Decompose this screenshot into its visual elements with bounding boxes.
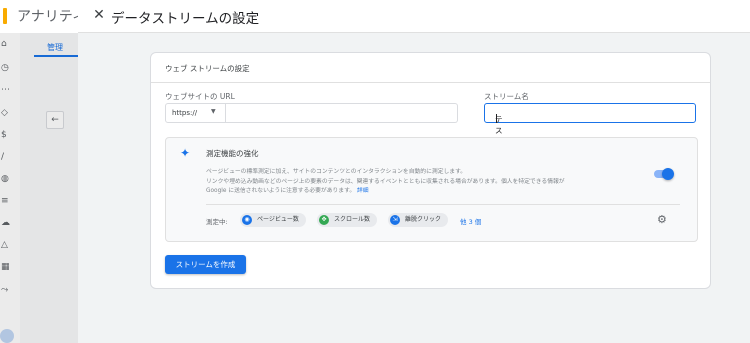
details-link[interactable]: 詳細 xyxy=(357,188,369,194)
close-icon[interactable]: ✕ xyxy=(90,6,108,24)
chip-label: 離脱クリック xyxy=(405,216,442,223)
description-text: Google に送信されないように注意する必要があります。 xyxy=(206,188,356,194)
enhanced-measurement-description: ページビューの標準測定に加え、サイトのコンテンツとのインタラクションを自動的に測… xyxy=(206,168,636,197)
description-line: ページビューの標準測定に加え、サイトのコンテンツとのインタラクションを自動的に測… xyxy=(206,169,467,175)
gear-icon[interactable]: ⚙ xyxy=(657,213,667,226)
stream-settings-panel: ✕ データストリームの設定 ウェブ ストリームの設定 ウェブサイトの URL h… xyxy=(78,0,750,343)
enhanced-measurement-title: 測定機能の強化 xyxy=(206,149,259,158)
panel-title: データストリームの設定 xyxy=(111,11,260,27)
stream-name-input[interactable]: テスト xyxy=(484,103,696,146)
panel-header: ✕ データストリームの設定 xyxy=(78,0,750,33)
chip-label: スクロール数 xyxy=(334,216,371,223)
description-line: リンクや埋め込み動画などのページ上の要素のデータは、関連するイベントとともに収集… xyxy=(206,178,565,185)
sparkle-icon: ✦ xyxy=(180,146,191,160)
stream-name-label: ストリーム名 xyxy=(484,92,529,101)
protocol-value: https:// xyxy=(172,109,198,117)
web-stream-card: ウェブ ストリームの設定 ウェブサイトの URL https:// ▼ ストリー… xyxy=(150,52,711,289)
website-url-input[interactable] xyxy=(226,103,458,123)
chip-label: ページビュー数 xyxy=(257,216,299,223)
chevron-down-icon: ▼ xyxy=(211,108,216,115)
chip-outbound-clicks: ⇲ 離脱クリック xyxy=(388,213,449,227)
eye-icon: ◉ xyxy=(242,215,252,225)
create-stream-button[interactable]: ストリームを作成 xyxy=(165,255,246,274)
divider xyxy=(206,204,680,205)
scroll-icon: ✥ xyxy=(319,215,329,225)
enhanced-measurement-box: ✦ 測定機能の強化 ページビューの標準測定に加え、サイトのコンテンツとのインタラ… xyxy=(165,137,698,242)
description-line: Google に送信されないように注意する必要があります。 詳細 xyxy=(206,187,636,197)
card-title: ウェブ ストリームの設定 xyxy=(165,64,250,73)
analytics-logo xyxy=(3,8,7,24)
protocol-select[interactable]: https:// ▼ xyxy=(165,103,226,123)
measuring-label: 測定中: xyxy=(206,218,228,226)
more-events-link[interactable]: 他 3 個 xyxy=(460,216,481,226)
app-header: アナリティ xyxy=(0,0,86,34)
exit-icon: ⇲ xyxy=(390,215,400,225)
app-title: アナリティ xyxy=(17,9,86,25)
website-url-label: ウェブサイトの URL xyxy=(165,92,235,101)
overlay-scrim xyxy=(0,33,78,343)
chip-scrolls: ✥ スクロール数 xyxy=(317,213,378,227)
chip-page-views: ◉ ページビュー数 xyxy=(240,213,306,227)
text-caret xyxy=(496,114,497,123)
card-header: ウェブ ストリームの設定 xyxy=(151,53,710,83)
toggle-knob xyxy=(662,168,674,180)
enhanced-measurement-toggle[interactable] xyxy=(654,168,674,180)
